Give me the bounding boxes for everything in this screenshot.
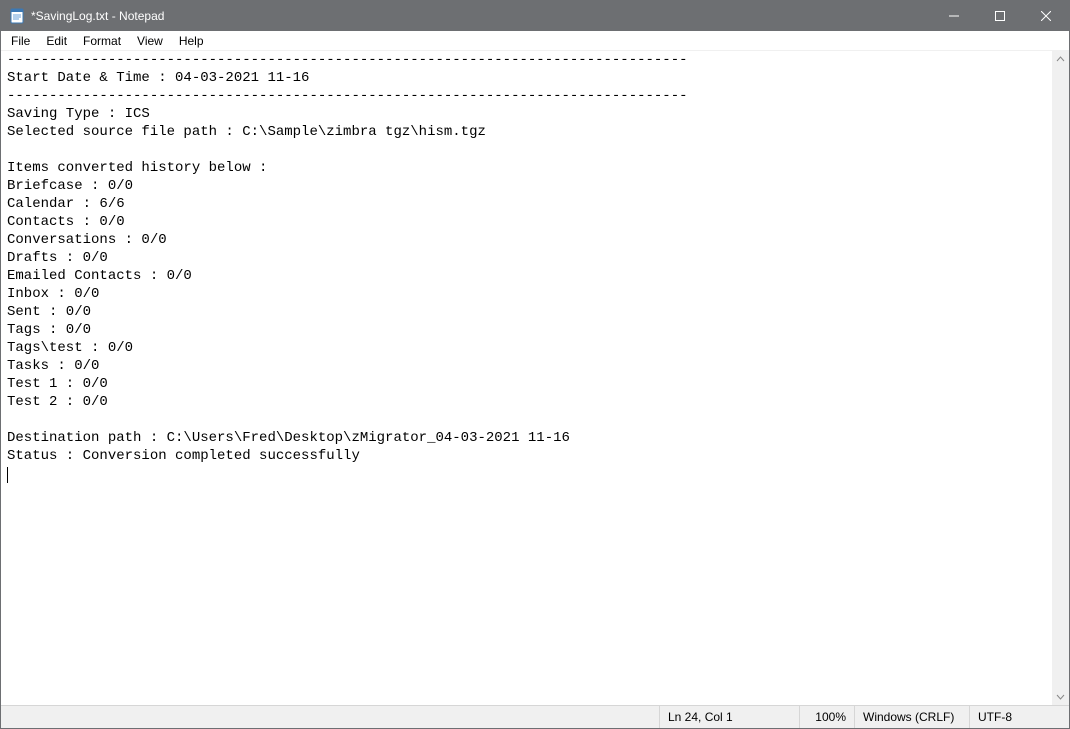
menu-file[interactable]: File xyxy=(3,33,38,49)
scroll-down-button[interactable] xyxy=(1052,688,1069,705)
status-zoom: 100% xyxy=(799,706,854,728)
vertical-scrollbar[interactable] xyxy=(1052,51,1069,705)
scroll-up-button[interactable] xyxy=(1052,51,1069,68)
text-area[interactable]: ----------------------------------------… xyxy=(1,51,1069,705)
notepad-icon xyxy=(9,8,25,24)
text-caret xyxy=(7,467,8,483)
client-area: ----------------------------------------… xyxy=(1,51,1069,705)
status-lncol: Ln 24, Col 1 xyxy=(659,706,799,728)
status-line-ending: Windows (CRLF) xyxy=(854,706,969,728)
menu-format[interactable]: Format xyxy=(75,33,129,49)
statusbar: Ln 24, Col 1 100% Windows (CRLF) UTF-8 xyxy=(1,705,1069,728)
status-encoding: UTF-8 xyxy=(969,706,1069,728)
window-title: *SavingLog.txt - Notepad xyxy=(31,1,164,31)
close-button[interactable] xyxy=(1023,1,1069,31)
menu-edit[interactable]: Edit xyxy=(38,33,75,49)
status-empty xyxy=(1,706,659,728)
titlebar[interactable]: *SavingLog.txt - Notepad xyxy=(1,1,1069,31)
minimize-button[interactable] xyxy=(931,1,977,31)
menu-help[interactable]: Help xyxy=(171,33,212,49)
maximize-button[interactable] xyxy=(977,1,1023,31)
menu-view[interactable]: View xyxy=(129,33,171,49)
menubar: File Edit Format View Help xyxy=(1,31,1069,51)
